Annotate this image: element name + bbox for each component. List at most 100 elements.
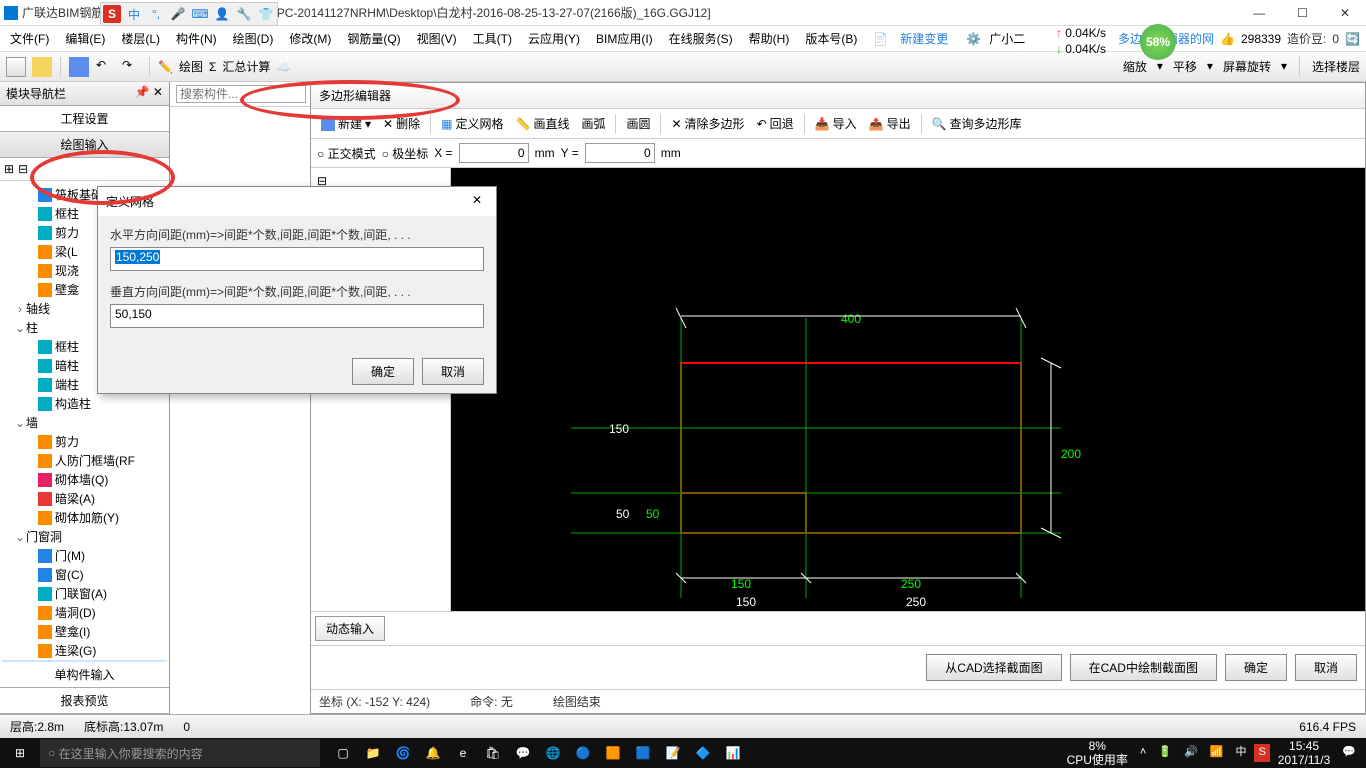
v-spacing-input[interactable]: 50,150: [110, 304, 484, 328]
poly-delete-button[interactable]: ✕删除: [379, 113, 424, 134]
explorer-icon[interactable]: 📁: [358, 738, 388, 768]
poly-back-button[interactable]: ↶回退: [753, 113, 798, 134]
tree-item[interactable]: 砌体加筋(Y): [2, 508, 167, 527]
tray-notif-icon[interactable]: 💬: [1338, 746, 1360, 759]
zoom-button[interactable]: 缩放: [1123, 58, 1147, 75]
minimize-button[interactable]: —: [1241, 4, 1277, 22]
tree-item[interactable]: 门(M): [2, 546, 167, 565]
ie-icon[interactable]: 🌐: [538, 738, 568, 768]
app7-icon[interactable]: 📝: [658, 738, 688, 768]
edge-icon[interactable]: e: [448, 738, 478, 768]
tray-vol-icon[interactable]: 🔊: [1180, 746, 1202, 759]
menu-modify[interactable]: 修改(M): [285, 28, 335, 49]
menu-draw[interactable]: 绘图(D): [229, 28, 278, 49]
close-button[interactable]: ✕: [1328, 4, 1362, 22]
dialog-close-button[interactable]: ✕: [466, 193, 488, 210]
ime-mic-icon[interactable]: 🎤: [169, 5, 187, 23]
tree-item[interactable]: 剪力: [2, 432, 167, 451]
ime-punct-icon[interactable]: °,: [147, 5, 165, 23]
tree-item[interactable]: 窗(C): [2, 565, 167, 584]
dialog-cancel-button[interactable]: 取消: [422, 358, 484, 385]
taskview-icon[interactable]: ▢: [328, 738, 358, 768]
h-spacing-input[interactable]: 150,250: [110, 247, 484, 271]
app2-icon[interactable]: 🔔: [418, 738, 448, 768]
poly-import-button[interactable]: 📥导入: [811, 113, 861, 134]
tree-item[interactable]: ⌄墙: [2, 413, 167, 432]
menu-tool[interactable]: 工具(T): [469, 28, 516, 49]
menu-cloud[interactable]: 云应用(Y): [524, 28, 584, 49]
poly-arc-button[interactable]: 画弧: [577, 113, 609, 134]
refresh-icon[interactable]: 🔄: [1345, 32, 1360, 46]
tray-up-icon[interactable]: ˄: [1136, 746, 1150, 759]
open-file-button[interactable]: [32, 57, 52, 77]
poly-export-button[interactable]: 📤导出: [865, 113, 915, 134]
x-input[interactable]: [459, 143, 529, 163]
app9-icon[interactable]: 📊: [718, 738, 748, 768]
poly-cancel-button[interactable]: 取消: [1295, 654, 1357, 681]
menu-file[interactable]: 文件(F): [6, 28, 53, 49]
polar-radio[interactable]: ○ 极坐标: [382, 145, 429, 162]
app4-icon[interactable]: 🔵: [568, 738, 598, 768]
dynamic-input-button[interactable]: 动态输入: [315, 616, 385, 641]
tree-expand-icon[interactable]: ⊞: [4, 162, 14, 176]
ime-settings-icon[interactable]: 🔧: [235, 5, 253, 23]
menu-online[interactable]: 在线服务(S): [665, 28, 737, 49]
tab-single-input[interactable]: 单构件输入: [0, 662, 169, 688]
cpu-tray[interactable]: 8%CPU使用率: [1063, 739, 1132, 768]
app8-icon[interactable]: 🔷: [688, 738, 718, 768]
redo-button[interactable]: ↷: [121, 57, 141, 77]
menu-floor[interactable]: 楼层(L): [117, 28, 164, 49]
ime-skin-icon[interactable]: 👕: [257, 5, 275, 23]
tree-item[interactable]: ⌄门窗洞: [2, 527, 167, 546]
menu-view[interactable]: 视图(V): [413, 28, 461, 49]
tree-item[interactable]: 壁龛(I): [2, 622, 167, 641]
new-file-button[interactable]: [6, 57, 26, 77]
draw-label[interactable]: 绘图: [179, 58, 203, 75]
menu-help[interactable]: 帮助(H): [745, 28, 794, 49]
app6-icon[interactable]: 🟦: [628, 738, 658, 768]
app5-icon[interactable]: 🟧: [598, 738, 628, 768]
ime-sogou-icon[interactable]: S: [103, 5, 121, 23]
ime-keyboard-icon[interactable]: ⌨: [191, 5, 209, 23]
to-cad-button[interactable]: 在CAD中绘制截面图: [1070, 654, 1217, 681]
menu-rebar[interactable]: 钢筋量(Q): [343, 28, 404, 49]
search-component-input[interactable]: [176, 85, 306, 103]
poly-circle-button[interactable]: 画圆: [622, 113, 654, 134]
menu-bim[interactable]: BIM应用(I): [592, 28, 657, 49]
maximize-button[interactable]: ☐: [1285, 4, 1320, 22]
rotate-button[interactable]: 屏幕旋转: [1223, 58, 1271, 75]
ortho-radio[interactable]: ○ 正交模式: [317, 145, 376, 162]
tab-draw-input[interactable]: 绘图输入: [0, 132, 169, 158]
tab-report[interactable]: 报表预览: [0, 688, 169, 714]
tree-item[interactable]: 墙洞(D): [2, 603, 167, 622]
tree-item[interactable]: 人防门框墙(RF: [2, 451, 167, 470]
cloud-icon[interactable]: ☁️: [276, 60, 291, 74]
tree-item[interactable]: 暗梁(A): [2, 489, 167, 508]
sum-label[interactable]: 汇总计算: [222, 58, 270, 75]
poly-ok-button[interactable]: 确定: [1225, 654, 1287, 681]
cad-canvas[interactable]: 400 200 150 250 150 250 50 50 150: [451, 168, 1365, 611]
start-button[interactable]: ⊞: [0, 738, 40, 768]
app3-icon[interactable]: 💬: [508, 738, 538, 768]
dialog-ok-button[interactable]: 确定: [352, 358, 414, 385]
store-icon[interactable]: 🛍: [478, 738, 508, 768]
tray-sogou-icon[interactable]: S: [1254, 744, 1269, 761]
tree-item[interactable]: 连梁(G): [2, 641, 167, 660]
new-change-button[interactable]: 新建变更: [896, 28, 952, 49]
poly-clear-button[interactable]: ✕清除多边形: [667, 113, 748, 134]
tree-item[interactable]: 构造柱: [2, 394, 167, 413]
taskbar-search[interactable]: ○ 在这里输入你要搜索的内容: [40, 739, 320, 767]
poly-grid-button[interactable]: ▦定义网格: [437, 113, 507, 134]
from-cad-button[interactable]: 从CAD选择截面图: [926, 654, 1061, 681]
poly-new-button[interactable]: 新建▾: [317, 113, 375, 134]
tray-net-icon[interactable]: 📶: [1206, 746, 1228, 759]
tab-project-settings[interactable]: 工程设置: [0, 106, 169, 132]
tray-clock[interactable]: 15:452017/11/3: [1274, 739, 1335, 768]
save-button[interactable]: [69, 57, 89, 77]
undo-button[interactable]: ↶: [95, 57, 115, 77]
tree-collapse-icon[interactable]: ⊟: [18, 162, 28, 176]
tray-battery-icon[interactable]: 🔋: [1154, 746, 1176, 759]
menu-edit[interactable]: 编辑(E): [61, 28, 109, 49]
app1-icon[interactable]: 🌀: [388, 738, 418, 768]
ime-user-icon[interactable]: 👤: [213, 5, 231, 23]
